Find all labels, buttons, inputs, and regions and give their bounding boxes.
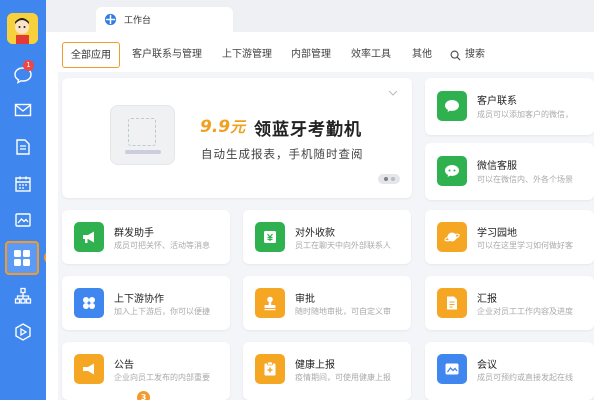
app-desc: 疫情期间，可使用健康上报	[295, 373, 391, 382]
workbench-logo-icon	[104, 13, 117, 26]
banner-price: 9.9元	[200, 117, 246, 137]
category-search[interactable]: 搜索	[450, 42, 485, 68]
calendar-icon[interactable]	[10, 171, 36, 197]
health-icon	[255, 354, 285, 384]
org-chart-icon[interactable]	[10, 283, 36, 309]
step-marker-3: 3	[137, 391, 150, 400]
category-all-apps[interactable]: 全部应用	[62, 42, 120, 68]
carousel-dots[interactable]	[378, 174, 400, 184]
app-card-mass-message[interactable]: 群发助手 成员可把关怀、活动等消息	[62, 210, 230, 264]
banner-subtitle: 自动生成报表，手机随时查阅	[201, 147, 364, 161]
meeting-icon	[437, 354, 467, 384]
app-desc: 员工在聊天中向外部联系人	[295, 241, 391, 250]
drive-icon[interactable]	[10, 207, 36, 233]
app-card-external-payment[interactable]: 对外收款 员工在聊天中向外部联系人	[243, 210, 411, 264]
search-icon	[450, 50, 461, 61]
app-title: 汇报	[477, 294, 497, 305]
app-title: 学习园地	[477, 228, 517, 239]
chat-icon	[437, 91, 467, 121]
app-desc: 可以在这里学习如何做好客	[477, 241, 573, 250]
mail-icon[interactable]	[10, 97, 36, 123]
tab-title: 工作台	[124, 16, 152, 26]
app-title: 审批	[295, 294, 315, 305]
app-desc: 成员可把关怀、活动等消息	[114, 241, 210, 250]
app-desc: 成员可以添加客户的微信，	[477, 110, 573, 119]
app-desc: 企业向员工发布的内部重要	[114, 373, 210, 382]
app-desc: 成员可预约或直接发起在线	[477, 373, 573, 382]
category-supply-chain[interactable]: 上下游管理	[222, 42, 272, 68]
app-card-supply-chain[interactable]: 上下游协作 加入上下游后，你可以便捷	[62, 276, 230, 330]
app-card-report[interactable]: 汇报 企业对员工工作内容及进度	[425, 276, 594, 330]
app-title: 会议	[477, 360, 497, 371]
app-title: 公告	[114, 360, 134, 371]
tab-workbench[interactable]: 工作台	[96, 7, 233, 32]
category-other[interactable]: 其他	[412, 42, 432, 68]
wechat-icon	[437, 156, 467, 186]
app-card-meeting[interactable]: 会议 成员可预约或直接发起在线	[425, 342, 594, 400]
category-efficiency[interactable]: 效率工具	[351, 42, 391, 68]
chevron-down-icon	[388, 90, 398, 96]
left-nav-rail: 1	[0, 0, 46, 400]
app-desc: 加入上下游后，你可以便捷	[114, 307, 210, 316]
stamp-icon	[255, 288, 285, 318]
app-card-approval[interactable]: 审批 随时随地审批，可自定义审	[243, 276, 411, 330]
app-card-customer-contact[interactable]: 客户联系 成员可以添加客户的微信，	[425, 78, 594, 135]
app-title: 上下游协作	[114, 294, 164, 305]
app-card-wechat-service[interactable]: 微信客服 可以在微信内、外各个场景	[425, 143, 594, 200]
category-customer[interactable]: 客户联系与管理	[132, 42, 202, 68]
tab-strip: 工作台	[46, 0, 594, 32]
category-internal[interactable]: 内部管理	[291, 42, 331, 68]
app-desc: 随时随地审批，可自定义审	[295, 307, 391, 316]
workbench-icon[interactable]	[5, 241, 39, 275]
flower-icon	[74, 288, 104, 318]
app-card-learning[interactable]: 学习园地 可以在这里学习如何做好客	[425, 210, 594, 264]
app-title: 微信客服	[477, 161, 517, 172]
app-title: 群发助手	[114, 228, 154, 239]
banner-title: 领蓝牙考勤机	[254, 120, 362, 140]
docs-icon[interactable]	[10, 134, 36, 160]
app-title: 健康上报	[295, 360, 335, 371]
app-card-health-report[interactable]: 健康上报 疫情期间，可使用健康上报	[243, 342, 411, 400]
announcement-icon	[74, 354, 104, 384]
attendance-device-image	[110, 105, 175, 165]
payment-icon	[255, 222, 285, 252]
report-icon	[437, 288, 467, 318]
app-title: 对外收款	[295, 228, 335, 239]
app-desc: 可以在微信内、外各个场景	[477, 175, 573, 184]
planet-icon	[437, 222, 467, 252]
more-apps-icon[interactable]	[10, 319, 36, 345]
app-desc: 企业对员工工作内容及进度	[477, 307, 573, 316]
messages-badge: 1	[23, 60, 34, 71]
app-title: 客户联系	[477, 96, 517, 107]
avatar[interactable]	[7, 13, 38, 44]
megaphone-icon	[74, 222, 104, 252]
